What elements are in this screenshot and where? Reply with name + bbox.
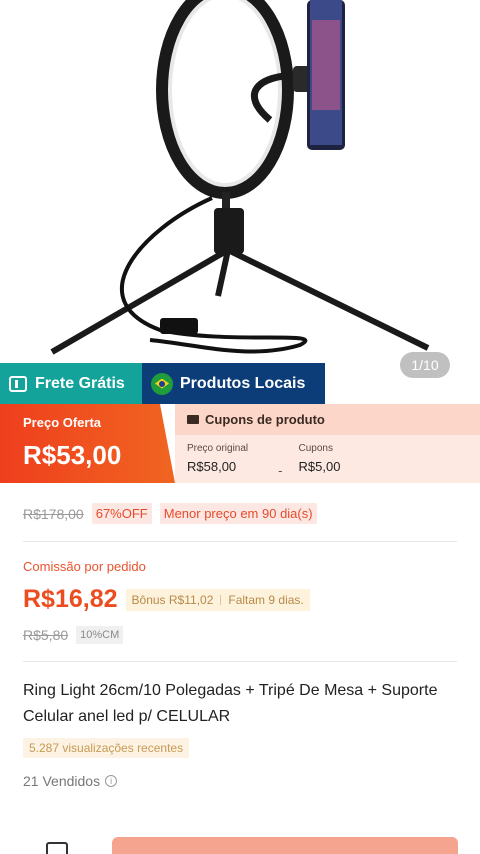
ticket-icon xyxy=(187,415,199,424)
commission-rate: 10%CM xyxy=(76,626,124,644)
divider xyxy=(23,541,457,542)
image-counter: 1/10 xyxy=(400,352,450,378)
commission-rate-row: R$5,80 10%CM xyxy=(23,626,124,644)
divider xyxy=(23,661,457,662)
truck-icon xyxy=(9,375,27,392)
coupon-value: R$5,00 xyxy=(298,459,341,474)
lowest-price-badge: Menor preço em 90 dia(s) xyxy=(159,503,317,524)
badge-row: Frete Grátis Produtos Locais xyxy=(0,363,325,404)
brazil-flag-icon xyxy=(151,372,173,395)
price-banner: Preço Oferta R$53,00 Cupons de produto P… xyxy=(0,404,480,483)
bonus-badge: Bônus R$11,02 Faltam 9 dias. xyxy=(125,588,310,611)
days-left: Faltam 9 dias. xyxy=(228,592,304,607)
coupon-header: Cupons de produto xyxy=(175,404,480,435)
product-title: Ring Light 26cm/10 Polegadas + Tripé De … xyxy=(23,682,438,725)
local-products-badge: Produtos Locais xyxy=(142,363,325,404)
coupon-block[interactable]: Cupons de produto Preço original R$58,00… xyxy=(175,404,480,483)
primary-action-button[interactable] xyxy=(112,837,458,854)
offer-price: R$53,00 xyxy=(23,440,122,470)
ring-light-image xyxy=(50,0,430,355)
free-shipping-badge: Frete Grátis xyxy=(0,363,142,404)
store-icon[interactable] xyxy=(46,842,68,854)
original-price-value: R$58,00 xyxy=(187,459,237,474)
sold-label: 21 Vendidos xyxy=(23,773,101,789)
coupon-value-col: Cupons R$5,00 xyxy=(299,443,341,478)
local-products-label: Produtos Locais xyxy=(180,374,306,392)
offer-price-block: Preço Oferta R$53,00 xyxy=(0,404,175,483)
offer-label: Preço Oferta xyxy=(23,415,102,430)
commission-label: Comissão por pedido xyxy=(23,559,146,574)
original-price-col: Preço original R$58,00 xyxy=(187,443,248,478)
discount-badge: 67%OFF xyxy=(91,503,152,524)
coupon-header-label: Cupons de produto xyxy=(205,412,325,427)
bonus-value: Bônus R$11,02 xyxy=(131,592,214,607)
sold-count: 21 Vendidos i xyxy=(23,773,118,789)
coupon-label: Cupons xyxy=(298,443,333,454)
minus-sign: - xyxy=(278,463,283,478)
old-commission: R$5,80 xyxy=(23,627,69,643)
info-icon[interactable]: i xyxy=(105,775,118,787)
recent-views-badge: 5.287 visualizações recentes xyxy=(23,738,190,758)
old-price: R$178,00 xyxy=(23,505,84,522)
product-image-gallery[interactable]: 1/10 xyxy=(0,0,480,404)
discount-row: R$178,00 67%OFF Menor preço em 90 dia(s) xyxy=(23,503,317,524)
original-price-label: Preço original xyxy=(187,443,249,454)
commission-amount: R$16,82 xyxy=(23,585,118,613)
free-shipping-label: Frete Grátis xyxy=(35,374,125,392)
commission-row: R$16,82 Bônus R$11,02 Faltam 9 dias. xyxy=(23,585,310,614)
